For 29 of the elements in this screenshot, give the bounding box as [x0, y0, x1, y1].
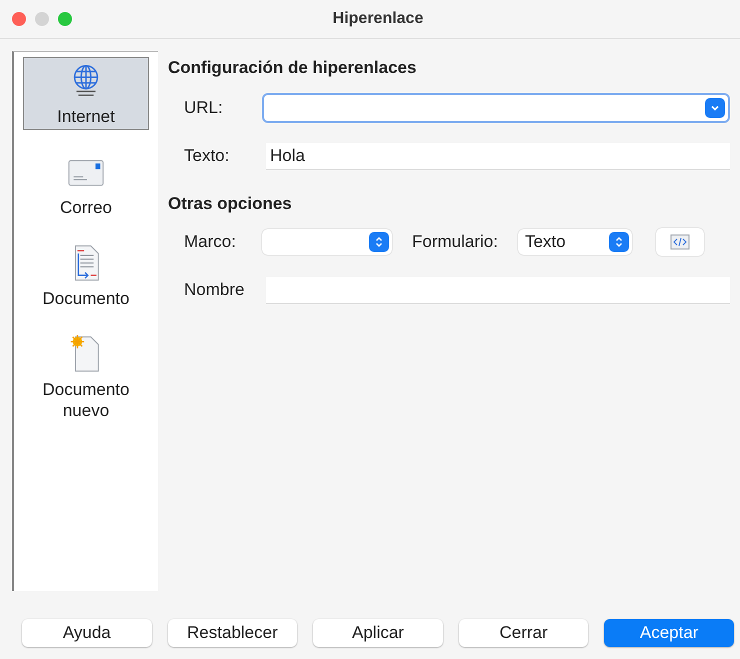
text-field[interactable]: Hola	[266, 142, 730, 170]
code-icon	[670, 234, 690, 250]
dialog-button[interactable]: Aplicar	[313, 619, 443, 647]
url-combo-box[interactable]	[262, 93, 730, 123]
sidebar-item[interactable]: Documento	[23, 239, 149, 312]
dialog-button[interactable]: Cerrar	[458, 619, 588, 647]
close-icon[interactable]	[12, 12, 26, 26]
stepper-icon	[369, 232, 389, 252]
field-label: Nombre	[183, 280, 246, 300]
form-dropdown[interactable]: Texto	[518, 229, 632, 255]
field-label: URL:	[183, 98, 224, 118]
dialog-button[interactable]: Restablecer	[168, 619, 298, 647]
field-label: Marco:	[183, 232, 237, 252]
sidebar-item[interactable]: Documento nuevo	[23, 330, 149, 424]
window-title: Hiperenlace	[332, 10, 424, 28]
stepper-icon	[608, 232, 629, 252]
name-field[interactable]	[266, 276, 730, 304]
dialog-button[interactable]: Ayuda	[22, 619, 152, 647]
zoom-icon[interactable]	[58, 12, 72, 26]
sidebar-item[interactable]: Correo	[23, 148, 149, 221]
events-button[interactable]	[656, 228, 704, 256]
sidebar-item[interactable]: Internet	[23, 57, 149, 130]
section-heading: Configuración de hiperenlaces	[168, 58, 418, 78]
frame-dropdown[interactable]	[262, 229, 392, 255]
field-label: Formulario:	[412, 232, 498, 252]
section-heading: Otras opciones	[168, 194, 293, 214]
dropdown-icon[interactable]	[705, 98, 725, 118]
default-button[interactable]: Aceptar	[604, 619, 734, 647]
field-label: Texto:	[183, 146, 230, 166]
